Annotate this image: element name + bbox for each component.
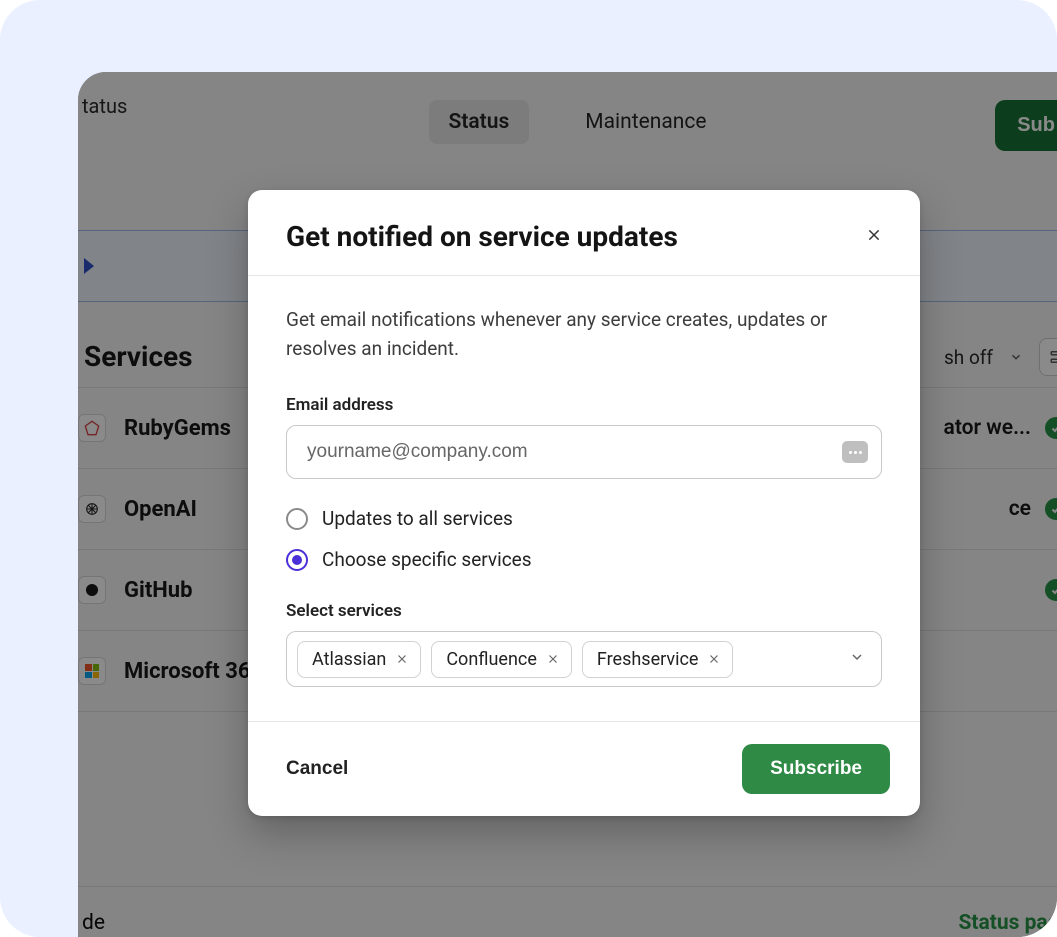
cancel-button[interactable]: Cancel: [278, 750, 356, 788]
radio-label: Updates to all services: [322, 507, 513, 530]
github-icon: [78, 576, 106, 604]
chip-remove-icon[interactable]: [396, 653, 408, 665]
radio-label: Choose specific services: [322, 548, 532, 571]
microsoft-icon: [78, 657, 106, 685]
email-input[interactable]: [286, 425, 882, 479]
scope-radio-group: Updates to all services Choose specific …: [286, 507, 882, 571]
service-name: GitHub: [124, 578, 193, 603]
services-multiselect[interactable]: Atlassian Confluence Freshservice: [286, 631, 882, 687]
modal-description: Get email notifications whenever any ser…: [286, 306, 846, 363]
view-toggle-button[interactable]: [1039, 338, 1057, 376]
chip: Atlassian: [297, 641, 421, 678]
chevron-down-icon[interactable]: [1009, 346, 1023, 369]
footer-left-fragment: de: [82, 911, 105, 935]
outer-frame: tatus Status Maintenance Sub Services sh…: [0, 0, 1057, 937]
radio-all-services[interactable]: Updates to all services: [286, 507, 882, 530]
chip: Confluence: [431, 641, 572, 678]
service-status-fragment: ce: [1009, 497, 1031, 521]
rubygems-icon: [78, 414, 106, 442]
tabs: Status Maintenance: [429, 100, 727, 144]
status-word-fragment: tatus: [82, 94, 127, 118]
service-status-fragment: ator we...: [944, 416, 1031, 440]
modal-title: Get notified on service updates: [286, 220, 678, 253]
refresh-fragment[interactable]: sh off: [944, 346, 993, 369]
subscribe-button[interactable]: Subscribe: [742, 744, 890, 794]
modal-body: Get email notifications whenever any ser…: [248, 276, 920, 721]
notify-modal: Get notified on service updates Get emai…: [248, 190, 920, 816]
close-icon[interactable]: [862, 223, 886, 251]
status-ok-icon: [1045, 579, 1057, 601]
tab-maintenance[interactable]: Maintenance: [565, 100, 726, 144]
radio-choose-services[interactable]: Choose specific services: [286, 548, 882, 571]
footer: de Status page: [78, 886, 1057, 937]
chip-label: Confluence: [446, 649, 537, 670]
subscribe-header-button[interactable]: Sub: [995, 100, 1057, 151]
chip-label: Freshservice: [597, 649, 699, 670]
tab-status[interactable]: Status: [429, 100, 530, 144]
radio-icon: [286, 508, 308, 530]
modal-footer: Cancel Subscribe: [248, 721, 920, 816]
status-page-link[interactable]: Status page: [958, 911, 1057, 935]
status-ok-icon: [1045, 498, 1057, 520]
email-label: Email address: [286, 395, 882, 415]
banner-arrow-icon: [84, 258, 94, 274]
chip: Freshservice: [582, 641, 734, 678]
keychain-icon[interactable]: [842, 441, 868, 463]
chip-remove-icon[interactable]: [547, 653, 559, 665]
chip-label: Atlassian: [312, 649, 386, 670]
email-input-wrap: [286, 425, 882, 479]
status-ok-icon: [1045, 417, 1057, 439]
chip-remove-icon[interactable]: [708, 653, 720, 665]
chevron-down-icon[interactable]: [849, 649, 865, 669]
modal-header: Get notified on service updates: [248, 190, 920, 276]
select-services-label: Select services: [286, 601, 882, 621]
service-name: RubyGems: [124, 416, 231, 441]
openai-icon: [78, 495, 106, 523]
service-name: Microsoft 36: [124, 659, 250, 684]
radio-icon: [286, 549, 308, 571]
list-controls: sh off: [944, 338, 1057, 376]
service-name: OpenAI: [124, 497, 197, 522]
